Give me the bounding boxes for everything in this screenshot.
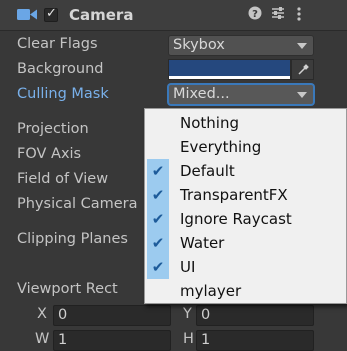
menu-item-label: Nothing	[180, 114, 239, 132]
culling-mask-dropdown[interactable]: Mixed...	[168, 84, 314, 105]
menu-item-everything[interactable]: Everything	[145, 135, 346, 159]
viewport-x-input[interactable]: 0	[53, 305, 171, 326]
clear-flags-dropdown[interactable]: Skybox	[168, 35, 314, 56]
component-enabled-checkbox[interactable]	[44, 6, 58, 22]
menu-item-label: UI	[180, 258, 196, 276]
checkmark-icon: ✔	[147, 207, 169, 231]
culling-mask-menu: Nothing Everything ✔ Default ✔ Transpare…	[144, 108, 347, 304]
background-label: Background	[17, 61, 104, 77]
viewport-x-label: X	[37, 306, 47, 322]
background-color-field[interactable]	[168, 59, 291, 80]
checkmark-icon: ✔	[147, 183, 169, 207]
viewport-w-label: W	[35, 331, 50, 347]
viewport-h-input[interactable]: 1	[196, 330, 314, 351]
menu-item-ui[interactable]: ✔ UI	[145, 255, 346, 279]
component-header: Camera ?	[0, 0, 347, 31]
fov-axis-label: FOV Axis	[17, 146, 82, 162]
menu-item-label: Everything	[180, 138, 262, 156]
viewport-y-label: Y	[183, 306, 192, 322]
clipping-planes-label: Clipping Planes	[17, 231, 128, 247]
culling-mask-value: Mixed...	[173, 86, 230, 102]
chevron-down-icon	[297, 92, 307, 98]
menu-item-water[interactable]: ✔ Water	[145, 231, 346, 255]
menu-item-ignore-raycast[interactable]: ✔ Ignore Raycast	[145, 207, 346, 231]
menu-item-nothing[interactable]: Nothing	[145, 111, 346, 135]
physical-camera-label: Physical Camera	[17, 196, 138, 212]
viewport-w-input[interactable]: 1	[53, 330, 171, 351]
checkmark-icon: ✔	[147, 159, 169, 183]
culling-mask-label: Culling Mask	[17, 86, 109, 102]
menu-item-label: TransparentFX	[180, 186, 288, 204]
menu-item-label: Water	[180, 234, 225, 252]
field-of-view-label: Field of View	[17, 171, 109, 187]
clear-flags-value: Skybox	[173, 37, 225, 53]
menu-item-mylayer[interactable]: mylayer	[145, 279, 346, 303]
viewport-rect-label: Viewport Rect	[17, 281, 118, 297]
preset-icon[interactable]	[271, 6, 285, 24]
alpha-bar	[169, 76, 290, 79]
eyedropper-icon[interactable]	[291, 59, 314, 80]
clear-flags-label: Clear Flags	[17, 36, 98, 52]
help-icon[interactable]: ?	[248, 6, 262, 24]
menu-item-label: Ignore Raycast	[180, 210, 292, 228]
menu-item-default[interactable]: ✔ Default	[145, 159, 346, 183]
checkmark-icon: ✔	[147, 255, 169, 279]
camera-icon	[17, 9, 37, 20]
svg-text:?: ?	[252, 9, 258, 20]
menu-item-transparentfx[interactable]: ✔ TransparentFX	[145, 183, 346, 207]
viewport-h-label: H	[183, 331, 194, 347]
menu-item-label: mylayer	[180, 282, 242, 300]
more-options-icon[interactable]	[296, 6, 302, 26]
viewport-y-input[interactable]: 0	[196, 305, 314, 326]
menu-item-label: Default	[180, 162, 235, 180]
chevron-down-icon	[297, 43, 307, 49]
checkmark-icon: ✔	[147, 231, 169, 255]
component-title: Camera	[69, 6, 134, 24]
projection-label: Projection	[17, 121, 89, 137]
